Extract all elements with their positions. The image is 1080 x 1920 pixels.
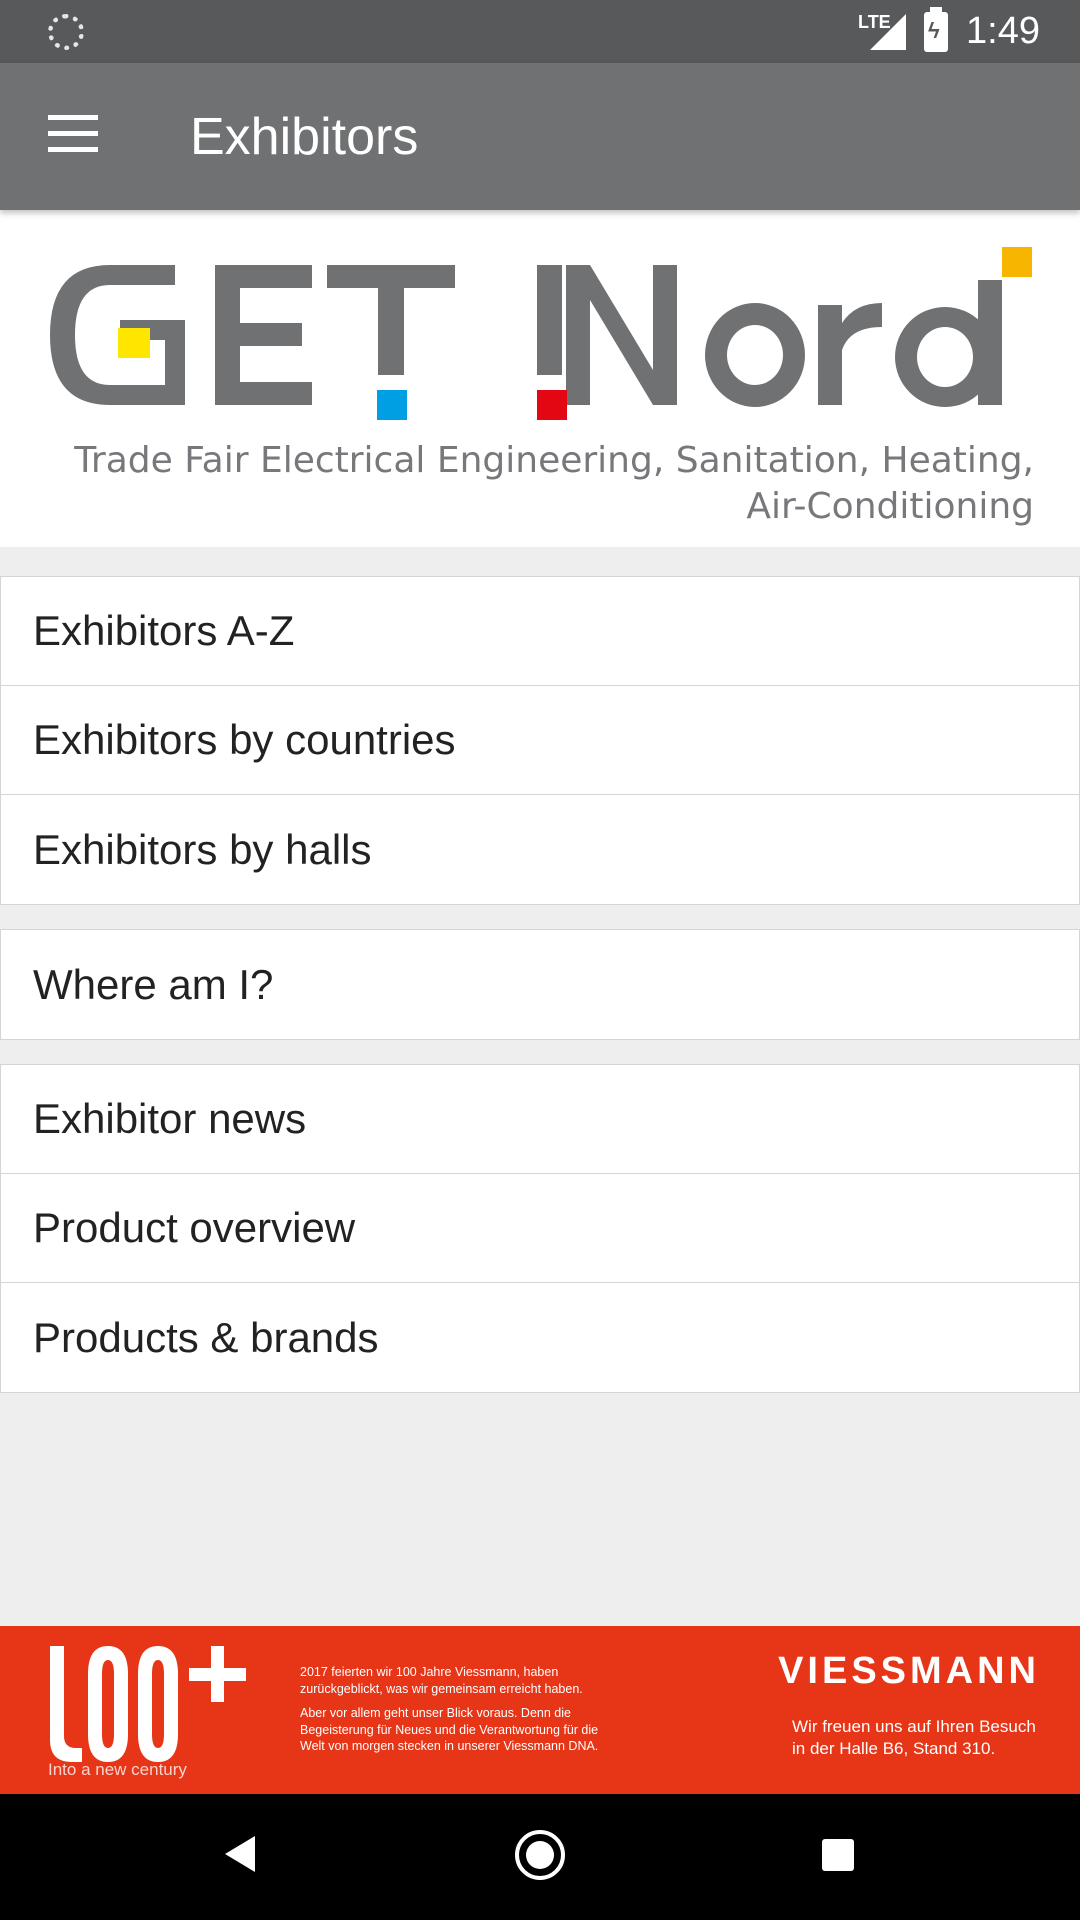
menu-item-products-brands[interactable]: Products & brands (0, 1283, 1080, 1392)
visit-text: Wir freuen uns auf Ihren Besuch in der H… (792, 1717, 1036, 1758)
menu-group-location: Where am I? (0, 929, 1080, 1040)
hamburger-menu-icon[interactable] (48, 115, 98, 155)
home-icon[interactable] (515, 1830, 565, 1880)
get-nord-logo (50, 247, 1032, 420)
system-nav-bar (0, 1794, 1080, 1920)
menu-item-exhibitor-news[interactable]: Exhibitor news (0, 1065, 1080, 1174)
sponsor-banner[interactable]: Into a new century 2017 feierten wir 100… (0, 1626, 1080, 1794)
viessmann-logo: VIESSMANN (778, 1650, 1040, 1692)
status-icons: LTE ϟ 1:49 (858, 0, 1040, 63)
menu-group-exhibitors: Exhibitors A-Z Exhibitors by countries E… (0, 576, 1080, 905)
banner-body: 2017 feierten wir 100 Jahre Viessmann, h… (300, 1665, 599, 1753)
logo-tagline: Trade Fair Electrical Engineering, Sanit… (74, 440, 1034, 527)
menu-item-exhibitors-a-z[interactable]: Exhibitors A-Z (0, 577, 1080, 686)
app-bar: Exhibitors (0, 63, 1080, 210)
status-time: 1:49 (966, 10, 1040, 52)
signal-icon: LTE (858, 12, 907, 52)
menu-item-exhibitors-by-countries[interactable]: Exhibitors by countries (0, 686, 1080, 795)
menu-item-exhibitors-by-halls[interactable]: Exhibitors by halls (0, 795, 1080, 904)
recent-apps-icon[interactable] (822, 1839, 854, 1871)
status-bar: LTE ϟ 1:49 (0, 0, 1080, 63)
event-logo-banner: Trade Fair Electrical Engineering, Sanit… (0, 210, 1080, 547)
sync-icon (48, 14, 84, 50)
page-title: Exhibitors (190, 108, 419, 166)
menu-group-products: Exhibitor news Product overview Products… (0, 1064, 1080, 1393)
battery-charging-icon: ϟ (924, 6, 949, 52)
back-icon[interactable] (225, 1836, 255, 1872)
menu-item-product-overview[interactable]: Product overview (0, 1174, 1080, 1283)
hundred-plus-logo (50, 1646, 246, 1762)
century-text: Into a new century (48, 1760, 187, 1779)
menu-item-where-am-i[interactable]: Where am I? (0, 930, 1080, 1039)
